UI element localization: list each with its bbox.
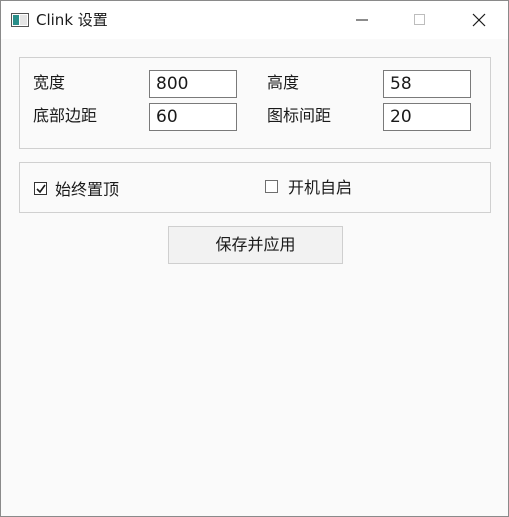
title-bar[interactable]: Clink 设置 bbox=[1, 1, 508, 39]
maximize-icon bbox=[414, 14, 425, 25]
minimize-button[interactable] bbox=[333, 1, 391, 39]
auto-start-checkbox[interactable] bbox=[265, 180, 278, 193]
settings-window: Clink 设置 宽度 高度 底部边距 图标间距 始终置顶 bbox=[0, 0, 509, 517]
window-app-icon bbox=[11, 12, 29, 27]
bottom-margin-label: 底部边距 bbox=[33, 106, 98, 125]
always-on-top-label[interactable]: 始终置顶 bbox=[55, 180, 119, 200]
height-label: 高度 bbox=[267, 73, 300, 92]
icon-spacing-input[interactable] bbox=[383, 103, 471, 131]
maximize-button[interactable] bbox=[391, 1, 449, 39]
close-button[interactable] bbox=[450, 1, 508, 39]
always-on-top-checkbox[interactable] bbox=[34, 182, 47, 195]
width-label: 宽度 bbox=[33, 73, 66, 92]
window-title: Clink 设置 bbox=[36, 11, 108, 29]
checkmark-icon bbox=[36, 184, 46, 194]
auto-start-label[interactable]: 开机自启 bbox=[288, 178, 352, 198]
close-icon bbox=[472, 13, 486, 27]
bottom-margin-input[interactable] bbox=[149, 103, 237, 131]
save-and-apply-button[interactable]: 保存并应用 bbox=[168, 226, 343, 264]
width-input[interactable] bbox=[149, 70, 237, 98]
minimize-icon bbox=[356, 19, 368, 21]
height-input[interactable] bbox=[383, 70, 471, 98]
icon-spacing-label: 图标间距 bbox=[267, 106, 332, 125]
